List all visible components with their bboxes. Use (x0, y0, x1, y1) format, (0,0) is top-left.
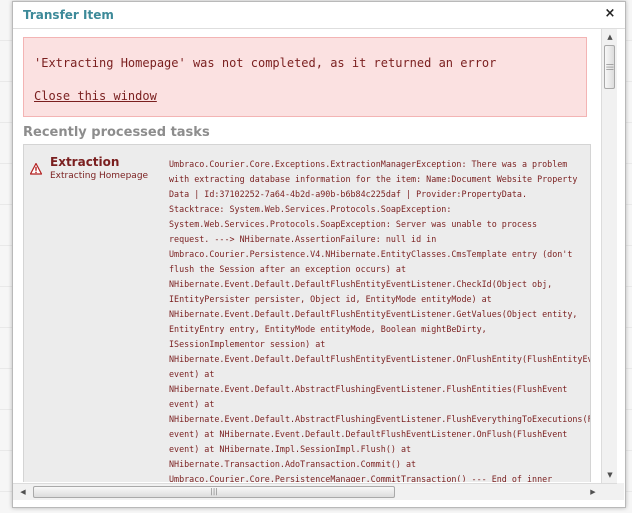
close-dialog-button[interactable]: × (603, 6, 617, 22)
error-message: 'Extracting Homepage' was not completed,… (34, 56, 497, 70)
vertical-scroll-thumb[interactable]: ||| (604, 45, 615, 89)
grip-icon: ||| (210, 487, 218, 496)
error-box: 'Extracting Homepage' was not completed,… (23, 37, 587, 117)
scroll-up-icon[interactable]: ▲ (602, 29, 618, 45)
recent-tasks-heading: Recently processed tasks (23, 125, 210, 140)
warning-icon (30, 163, 42, 175)
scroll-left-icon[interactable]: ◀ (15, 484, 31, 500)
scroll-right-icon[interactable]: ▶ (585, 484, 601, 500)
dialog-content: 'Extracting Homepage' was not completed,… (13, 29, 601, 482)
grip-icon: ||| (606, 63, 614, 71)
scrollbar-corner (617, 483, 624, 500)
close-window-link[interactable]: Close this window (34, 89, 157, 103)
horizontal-scroll-thumb[interactable]: ||| (33, 486, 395, 498)
transfer-item-dialog: Transfer Item × 'Extracting Homepage' wa… (12, 1, 626, 508)
scroll-down-icon[interactable]: ▼ (602, 467, 618, 483)
vertical-scrollbar[interactable]: ▲ ||| ▼ (601, 29, 617, 483)
task-name: Extraction (50, 155, 120, 169)
task-subtitle: Extracting Homepage (50, 171, 149, 181)
task-error-detail: Umbraco.Courier.Core.Exceptions.Extracti… (169, 159, 591, 482)
horizontal-scrollbar[interactable]: ◀ ||| ▶ (13, 483, 617, 500)
recent-tasks-panel: Extraction Extracting Homepage Umbraco.C… (23, 144, 591, 482)
dialog-title: Transfer Item (23, 8, 114, 22)
dialog-titlebar: Transfer Item × (13, 2, 625, 29)
